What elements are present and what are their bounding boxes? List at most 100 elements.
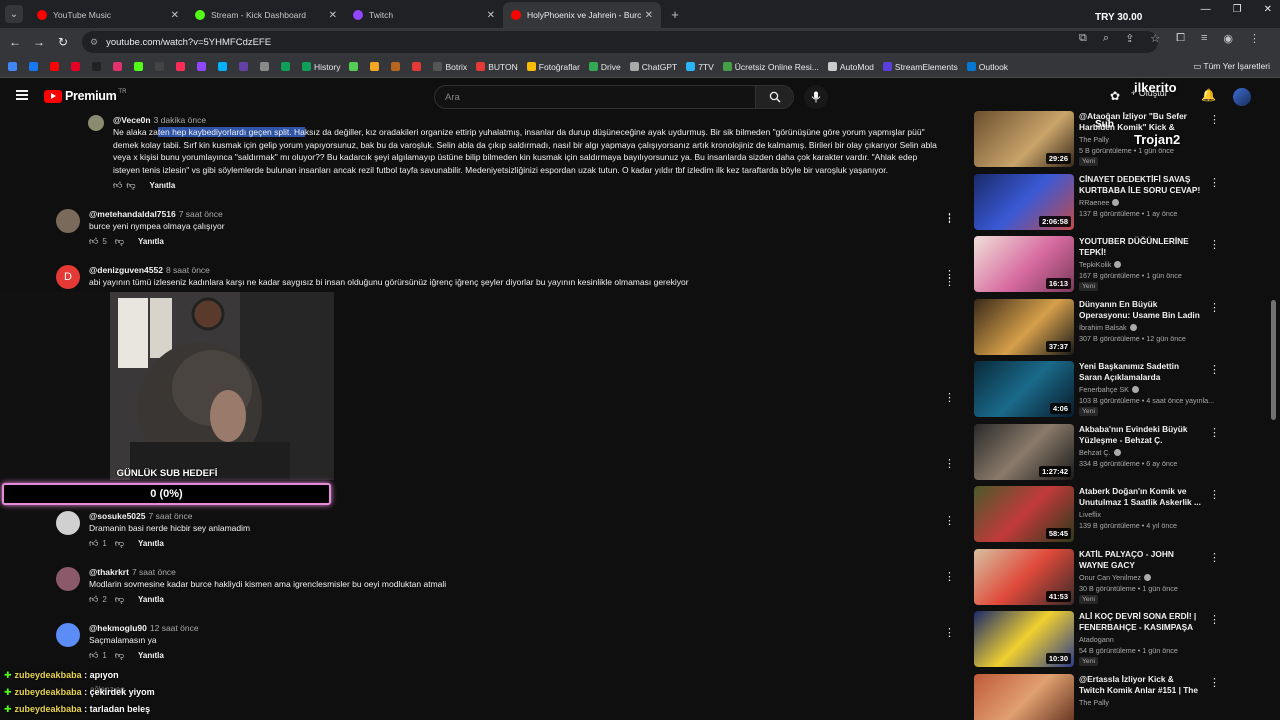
related-video[interactable]: 58:45 Ataberk Doğan'ın Komik ve Unutulmaz…: [974, 486, 1224, 544]
new-tab-button[interactable]: +: [665, 7, 685, 22]
comment-options-icon[interactable]: ⋮: [944, 212, 955, 225]
maximize-icon[interactable]: ❐: [1233, 4, 1242, 15]
video-channel[interactable]: Fenerbahçe SK: [1079, 385, 1139, 394]
video-title[interactable]: KATİL PALYAÇO - JOHN WAYNE GACY: [1079, 549, 1201, 571]
video-channel[interactable]: Behzat Ç.: [1079, 448, 1121, 457]
page-scrollbar[interactable]: [1270, 115, 1278, 720]
thumbs-down-icon[interactable]: 👎︎: [115, 236, 124, 247]
video-title[interactable]: ALİ KOÇ DEVRİ SONA ERDİ! | FENERBAHÇE - …: [1079, 611, 1201, 634]
comment-timestamp[interactable]: 7 saat önce: [179, 209, 223, 219]
video-options-icon[interactable]: ⋮: [1209, 551, 1220, 564]
video-thumbnail[interactable]: 10:30: [974, 611, 1074, 667]
video-options-icon[interactable]: ⋮: [1209, 488, 1220, 501]
account-avatar[interactable]: [1233, 88, 1251, 106]
video-channel[interactable]: The Pally: [1079, 698, 1109, 707]
video-thumbnail[interactable]: [974, 673, 1074, 720]
reload-icon[interactable]: ↻: [51, 35, 75, 49]
bookmark-item[interactable]: Ücretsiz Online Resi...: [722, 62, 819, 72]
video-options-icon[interactable]: ⋮: [1209, 426, 1220, 439]
bookmark-item[interactable]: Drive: [588, 62, 621, 72]
bookmark-item[interactable]: [239, 62, 251, 72]
comment-timestamp[interactable]: 8 saat önce: [166, 265, 210, 275]
close-window-icon[interactable]: ✕: [1264, 4, 1272, 15]
back-arrow-icon[interactable]: ←: [3, 35, 27, 49]
voice-search-button[interactable]: [804, 85, 828, 109]
reply-button[interactable]: Yanıtla: [150, 181, 176, 190]
bookmark-item[interactable]: [71, 62, 83, 72]
video-options-icon[interactable]: ⋮: [1209, 176, 1220, 189]
video-title[interactable]: YOUTUBER DÜĞÜNLERİNE TEPKİ!: [1079, 236, 1201, 258]
related-video[interactable]: 4:06 Yeni Başkanımız Sadettin Saran Açıkl…: [974, 361, 1224, 419]
tab-search-button[interactable]: ⌄: [5, 5, 23, 23]
comment-author-handle[interactable]: @thakrkrt: [89, 567, 129, 577]
video-title[interactable]: Ataberk Doğan'ın Komik ve Unutulmaz 1 Sa…: [1079, 486, 1201, 508]
video-title[interactable]: @Ertassla İzliyor Kick & Twitch Komik An…: [1079, 674, 1201, 697]
bookmark-item[interactable]: [176, 62, 188, 72]
comment-options-icon[interactable]: ⋮: [944, 570, 955, 583]
tab-close-icon[interactable]: ✕: [171, 10, 179, 21]
video-options-icon[interactable]: ⋮: [1209, 613, 1220, 626]
comment-author-handle[interactable]: @metehandaldal7516: [89, 209, 176, 219]
video-thumbnail[interactable]: 41:53: [974, 548, 1074, 605]
related-video[interactable]: 2:06:58 CİNAYET DEDEKTİFİ SAVAŞ KURTBABA …: [974, 173, 1224, 232]
comment-options-icon[interactable]: ⋮: [944, 391, 955, 404]
related-video[interactable]: @Ertassla İzliyor Kick & Twitch Komik An…: [974, 673, 1224, 720]
thumbs-down-icon[interactable]: 👎︎: [126, 180, 135, 191]
comment-author-avatar[interactable]: [56, 623, 80, 647]
comment-author-avatar[interactable]: [88, 115, 104, 131]
tab-close-icon[interactable]: ✕: [487, 10, 495, 21]
forward-arrow-icon[interactable]: →: [27, 35, 51, 49]
bookmark-item[interactable]: [50, 62, 62, 72]
video-channel[interactable]: Atadogann: [1079, 635, 1114, 644]
video-title[interactable]: Akbaba'nın Evindeki Büyük Yüzleşme - Beh…: [1079, 424, 1201, 446]
related-video[interactable]: 10:30 ALİ KOÇ DEVRİ SONA ERDİ! | FENERBAH…: [974, 611, 1224, 669]
bookmark-item[interactable]: [113, 62, 125, 72]
scrollbar-thumb[interactable]: [1271, 300, 1276, 420]
extensions-icon[interactable]: ⧠: [1176, 32, 1185, 45]
bookmark-item[interactable]: [155, 62, 167, 72]
tab-close-icon[interactable]: ✕: [329, 10, 337, 21]
zoom-icon[interactable]: ⌕: [1103, 32, 1109, 45]
video-channel[interactable]: The Pally: [1079, 135, 1109, 144]
video-options-icon[interactable]: ⋮: [1209, 238, 1220, 251]
comment-author-handle[interactable]: @Vece0n: [113, 115, 151, 125]
browser-tab[interactable]: HolyPhoenix ve Jahrein - Burce ✕: [503, 2, 661, 28]
comment-author-avatar[interactable]: [56, 209, 80, 233]
comment-options-icon[interactable]: ⋮: [944, 514, 955, 527]
bookmark-item[interactable]: [92, 62, 104, 72]
video-title[interactable]: CİNAYET DEDEKTİFİ SAVAŞ KURTBABA İLE SOR…: [1079, 174, 1201, 196]
browser-tab[interactable]: Stream - Kick Dashboard ✕: [187, 2, 345, 28]
youtube-logo[interactable]: Premium TR: [44, 89, 126, 103]
bookmark-item[interactable]: BUTON: [476, 62, 518, 72]
all-bookmarks-button[interactable]: ▭ Tüm Yer İşaretleri: [1193, 61, 1270, 72]
thumbs-down-icon[interactable]: 👎︎: [115, 538, 124, 549]
minimize-icon[interactable]: —: [1201, 4, 1211, 15]
bookmark-item[interactable]: [218, 62, 230, 72]
bookmark-item[interactable]: 7TV: [686, 62, 714, 72]
notifications-bell-icon[interactable]: 🔔: [1201, 88, 1216, 102]
bookmark-item[interactable]: Fotoğraflar: [526, 62, 580, 72]
related-video[interactable]: 1:27:42 Akbaba'nın Evindeki Büyük Yüzleşm…: [974, 423, 1224, 482]
bookmark-item[interactable]: [391, 62, 403, 72]
thumbs-up-icon[interactable]: 👍︎: [113, 180, 122, 191]
bookmark-item[interactable]: AutoMod: [827, 62, 874, 72]
hamburger-menu-icon[interactable]: [16, 90, 28, 100]
video-channel[interactable]: Liveflix: [1079, 510, 1101, 519]
video-thumbnail[interactable]: 16:13: [974, 236, 1074, 292]
comment-timestamp[interactable]: 7 saat önce: [149, 511, 193, 521]
tab-close-icon[interactable]: ✕: [645, 10, 653, 21]
video-thumbnail[interactable]: 4:06: [974, 361, 1074, 417]
bookmark-item[interactable]: [134, 62, 146, 72]
install-app-icon[interactable]: ⧉: [1079, 32, 1087, 45]
comment-author-avatar[interactable]: D: [56, 265, 80, 289]
video-title[interactable]: Dünyanın En Büyük Operasyonu: Usame Bin …: [1079, 299, 1201, 322]
search-input[interactable]: [445, 90, 745, 105]
comment-timestamp[interactable]: 7 saat önce: [132, 567, 176, 577]
reply-button[interactable]: Yanıtla: [138, 651, 164, 660]
bookmark-item[interactable]: StreamElements: [882, 62, 958, 72]
comment-timestamp[interactable]: 3 dakika önce: [154, 115, 206, 125]
thumbs-up-icon[interactable]: 👍︎: [89, 594, 98, 605]
video-thumbnail[interactable]: 58:45: [974, 486, 1074, 542]
bookmark-item[interactable]: History: [302, 62, 340, 72]
video-thumbnail[interactable]: 37:37: [974, 298, 1074, 355]
